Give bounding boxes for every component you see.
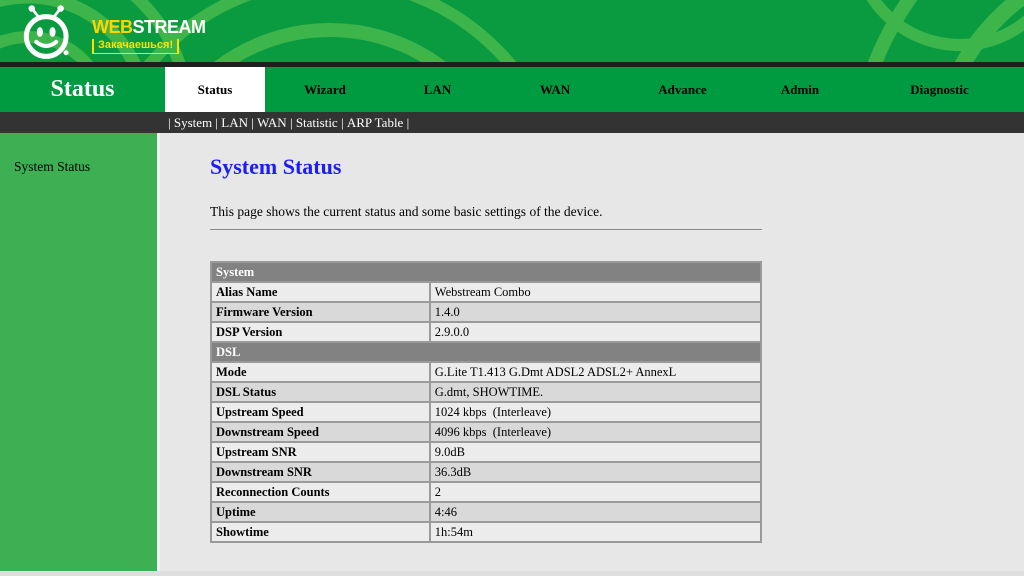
table-row: Upstream Speed1024 kbps (Interleave) <box>211 402 761 422</box>
row-label: Upstream Speed <box>211 402 430 422</box>
row-label: Showtime <box>211 522 430 542</box>
system-status-table: SystemAlias NameWebstream ComboFirmware … <box>210 261 762 543</box>
row-label: DSL Status <box>211 382 430 402</box>
row-value: 1024 kbps (Interleave) <box>430 402 761 422</box>
brand-wordmark: WEBSTREAM Закачаешься! <box>92 10 206 54</box>
subnav-item-wan[interactable]: WAN <box>257 115 287 131</box>
tab-advance[interactable]: Advance <box>620 67 745 112</box>
table-row: Downstream SNR36.3dB <box>211 462 761 482</box>
tab-diagnostic[interactable]: Diagnostic <box>855 67 1024 112</box>
divider-rule <box>210 229 762 230</box>
row-value: 4:46 <box>430 502 761 522</box>
subnav-item-arp-table[interactable]: ARP Table <box>347 115 404 131</box>
nav-section-title-box: Status <box>0 67 165 112</box>
row-label: DSP Version <box>211 322 430 342</box>
row-label: Downstream Speed <box>211 422 430 442</box>
subnav-bar: | System | LAN | WAN | Statistic | ARP T… <box>0 112 1024 133</box>
table-section-row: System <box>211 262 761 282</box>
table-row: DSL StatusG.dmt, SHOWTIME. <box>211 382 761 402</box>
tab-status[interactable]: Status <box>165 67 265 112</box>
subnav-item-system[interactable]: System <box>174 115 212 131</box>
brand-logo: WEBSTREAM Закачаешься! <box>12 4 206 60</box>
row-value: 2 <box>430 482 761 502</box>
row-label: Reconnection Counts <box>211 482 430 502</box>
brand-name-stream: STREAM <box>133 17 206 37</box>
nav-section-title: Status <box>50 76 114 103</box>
nav-tabs: StatusWizardLANWANAdvanceAdminDiagnostic <box>165 67 1024 112</box>
tab-wan[interactable]: WAN <box>490 67 620 112</box>
row-label: Uptime <box>211 502 430 522</box>
tab-wizard[interactable]: Wizard <box>265 67 385 112</box>
row-label: Mode <box>211 362 430 382</box>
smiley-antenna-mascot-icon <box>12 4 84 60</box>
subnav-item-statistic[interactable]: Statistic <box>296 115 338 131</box>
row-value: 1h:54m <box>430 522 761 542</box>
bottom-strip <box>0 571 1024 576</box>
table-row: DSP Version2.9.0.0 <box>211 322 761 342</box>
row-label: Upstream SNR <box>211 442 430 462</box>
row-value: 4096 kbps (Interleave) <box>430 422 761 442</box>
row-value: G.dmt, SHOWTIME. <box>430 382 761 402</box>
subnav-item-lan[interactable]: LAN <box>221 115 248 131</box>
subnav-separator: | <box>248 115 257 131</box>
row-value: 9.0dB <box>430 442 761 462</box>
page-description: This page shows the current status and s… <box>210 204 1024 220</box>
brand-name-web: WEB <box>92 17 133 37</box>
row-value: 36.3dB <box>430 462 761 482</box>
row-value: G.Lite T1.413 G.Dmt ADSL2 ADSL2+ AnnexL <box>430 362 761 382</box>
subnav-separator: | <box>212 115 221 131</box>
row-value: Webstream Combo <box>430 282 761 302</box>
sidebar-item-system-status[interactable]: System Status <box>0 133 157 175</box>
table-row: Showtime1h:54m <box>211 522 761 542</box>
main-panel: System Status This page shows the curren… <box>160 133 1024 571</box>
table-section-header: DSL <box>211 342 761 362</box>
table-section-header: System <box>211 262 761 282</box>
table-row: Uptime4:46 <box>211 502 761 522</box>
tab-admin[interactable]: Admin <box>745 67 855 112</box>
subnav-separator: | <box>287 115 296 131</box>
sidebar: System Status <box>0 133 160 571</box>
table-section-row: DSL <box>211 342 761 362</box>
row-label: Firmware Version <box>211 302 430 322</box>
row-label: Alias Name <box>211 282 430 302</box>
page-title: System Status <box>210 154 1024 180</box>
table-row: Downstream Speed4096 kbps (Interleave) <box>211 422 761 442</box>
table-row: ModeG.Lite T1.413 G.Dmt ADSL2 ADSL2+ Ann… <box>211 362 761 382</box>
table-row: Reconnection Counts2 <box>211 482 761 502</box>
row-value: 1.4.0 <box>430 302 761 322</box>
content-row: System Status System Status This page sh… <box>0 133 1024 571</box>
router-admin-page: WEBSTREAM Закачаешься! Status StatusWiza… <box>0 0 1024 576</box>
subnav-separator: | <box>338 115 347 131</box>
row-value: 2.9.0.0 <box>430 322 761 342</box>
main-navbar: Status StatusWizardLANWANAdvanceAdminDia… <box>0 67 1024 112</box>
table-row: Firmware Version1.4.0 <box>211 302 761 322</box>
table-row: Alias NameWebstream Combo <box>211 282 761 302</box>
brand-tagline: Закачаешься! <box>92 39 179 54</box>
subnav-separator: | <box>403 115 412 131</box>
row-label: Downstream SNR <box>211 462 430 482</box>
table-row: Upstream SNR9.0dB <box>211 442 761 462</box>
brand-banner: WEBSTREAM Закачаешься! <box>0 0 1024 62</box>
tab-lan[interactable]: LAN <box>385 67 490 112</box>
